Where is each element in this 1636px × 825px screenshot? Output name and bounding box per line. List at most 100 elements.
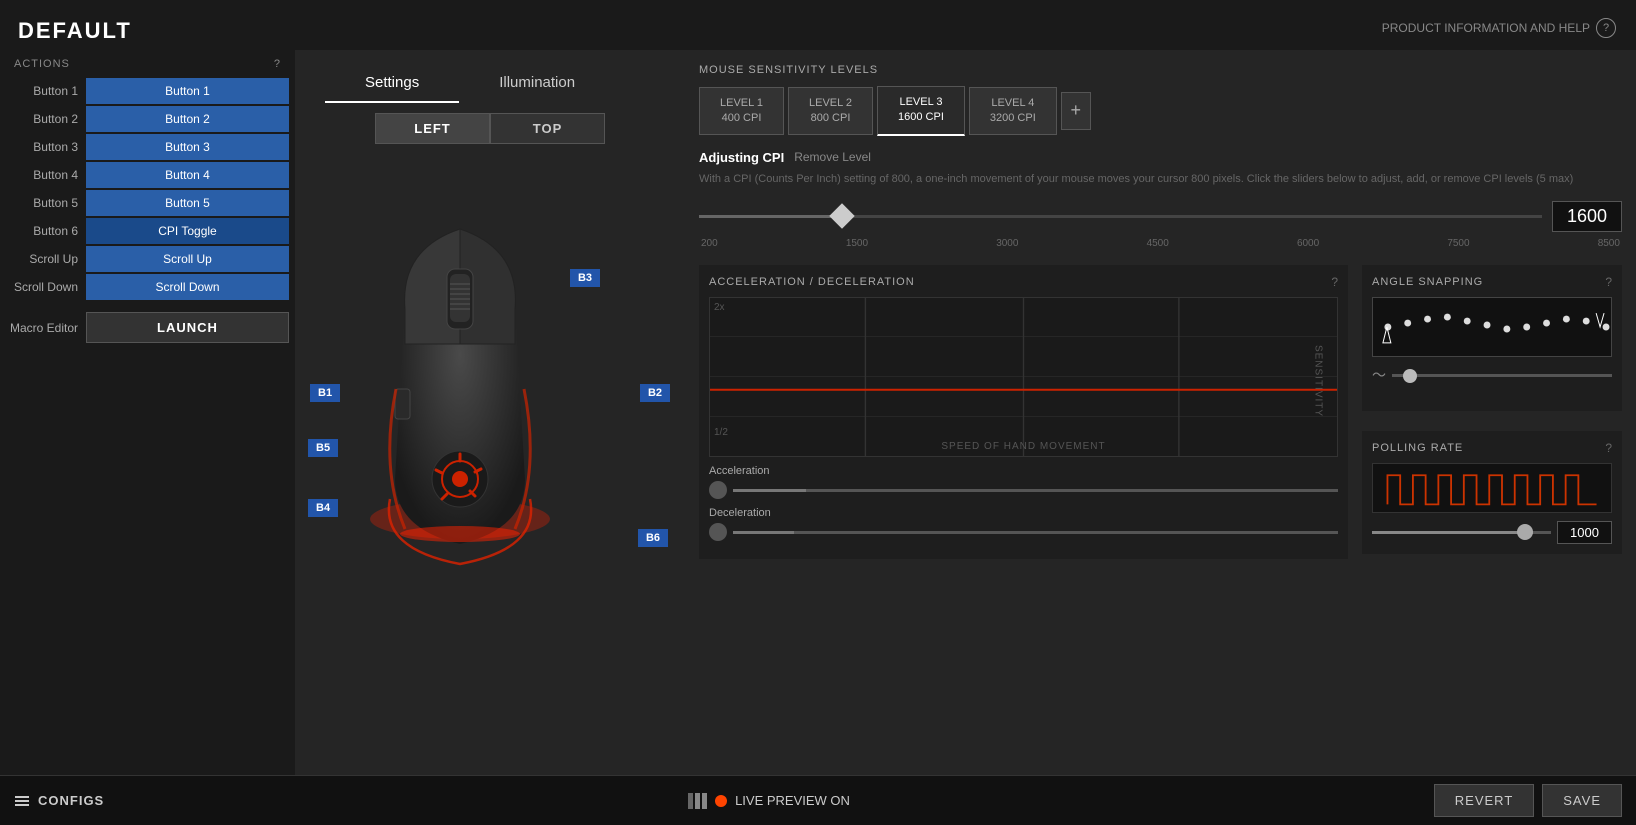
cpi-value-display: 1600 xyxy=(1552,201,1622,232)
configs-icon xyxy=(14,793,30,809)
tab-illumination[interactable]: Illumination xyxy=(459,64,615,103)
acceleration-title: ACCELERATION / DECELERATION xyxy=(709,276,915,288)
button-2-action[interactable]: Button 2 xyxy=(86,106,289,132)
angle-snapping-title: ANGLE SNAPPING xyxy=(1372,276,1483,288)
revert-button[interactable]: REVERT xyxy=(1434,784,1535,817)
configs-button[interactable]: CONFIGS xyxy=(14,793,104,809)
cpi-level-2-label: LEVEL 2 xyxy=(809,96,852,111)
configs-label: CONFIGS xyxy=(38,793,104,808)
deceleration-thumb xyxy=(709,523,727,541)
button-5-label: Button 5 xyxy=(6,196,86,210)
launch-button[interactable]: LAUNCH xyxy=(86,312,289,343)
product-info[interactable]: PRODUCT INFORMATION AND HELP ? xyxy=(1382,18,1616,38)
button-1-action[interactable]: Button 1 xyxy=(86,78,289,104)
deceleration-track[interactable] xyxy=(733,531,1338,534)
scroll-up-label: Scroll Up xyxy=(6,252,86,266)
cpi-level-1[interactable]: LEVEL 1 400 CPI xyxy=(699,87,784,136)
cpi-scale-3000: 3000 xyxy=(996,238,1018,249)
live-preview-label: LIVE PREVIEW ON xyxy=(735,793,850,808)
live-bar-1 xyxy=(688,793,693,809)
scroll-up-action[interactable]: Scroll Up xyxy=(86,246,289,272)
cpi-scale-4500: 4500 xyxy=(1147,238,1169,249)
b1-button-label[interactable]: B1 xyxy=(310,384,340,402)
cpi-level-3[interactable]: LEVEL 3 1600 CPI xyxy=(877,86,965,136)
polling-chart xyxy=(1381,468,1603,508)
live-preview: LIVE PREVIEW ON xyxy=(688,793,850,809)
angle-display xyxy=(1372,297,1612,357)
view-top-button[interactable]: TOP xyxy=(490,113,605,144)
button-row-5: Button 5 Button 5 xyxy=(0,190,295,216)
macro-editor-label: Macro Editor xyxy=(6,321,86,335)
center-panel: Settings Illumination LEFT TOP xyxy=(295,50,685,775)
b6-button-label[interactable]: B6 xyxy=(638,529,668,547)
bottom-bar: CONFIGS LIVE PREVIEW ON REVERT SAVE xyxy=(0,775,1636,825)
acceleration-track[interactable] xyxy=(733,489,1338,492)
polling-rate-help-icon[interactable]: ? xyxy=(1605,441,1612,455)
acceleration-help-icon[interactable]: ? xyxy=(1331,275,1338,289)
cpi-level-1-label: LEVEL 1 xyxy=(720,96,763,111)
button-row-scroll-up: Scroll Up Scroll Up xyxy=(0,246,295,272)
acceleration-panel: ACCELERATION / DECELERATION ? xyxy=(699,265,1348,559)
cpi-level-3-label: LEVEL 3 xyxy=(898,95,944,110)
polling-thumb[interactable] xyxy=(1517,524,1533,540)
tab-settings[interactable]: Settings xyxy=(325,64,459,103)
chart-page: 1/2 xyxy=(714,427,728,438)
live-bar-2 xyxy=(695,793,700,809)
cpi-level-2-value: 800 CPI xyxy=(809,111,852,126)
button-1-label: Button 1 xyxy=(6,84,86,98)
cpi-level-2[interactable]: LEVEL 2 800 CPI xyxy=(788,87,873,136)
wave-icon: 〜 xyxy=(1372,365,1386,385)
cpi-level-4[interactable]: LEVEL 4 3200 CPI xyxy=(969,87,1057,136)
actions-header-label: ACTIONS xyxy=(14,58,70,70)
scroll-down-action[interactable]: Scroll Down xyxy=(86,274,289,300)
b4-button-label[interactable]: B4 xyxy=(308,499,338,517)
button-3-action[interactable]: Button 3 xyxy=(86,134,289,160)
cpi-scale-1500: 1500 xyxy=(846,238,868,249)
left-panel: ACTIONS ? Button 1 Button 1 Button 2 But… xyxy=(0,50,295,775)
b5-button-label[interactable]: B5 xyxy=(308,439,338,457)
save-button[interactable]: SAVE xyxy=(1542,784,1622,817)
button-row-3: Button 3 Button 3 xyxy=(0,134,295,160)
angle-snapping-panel: ANGLE SNAPPING ? xyxy=(1362,265,1622,411)
button-4-action[interactable]: Button 4 xyxy=(86,162,289,188)
polling-track-container[interactable] xyxy=(1372,531,1551,534)
button-6-action[interactable]: CPI Toggle xyxy=(86,218,289,244)
polling-rate-panel: POLLING RATE ? 1000 xyxy=(1362,431,1622,554)
cpi-level-3-value: 1600 CPI xyxy=(898,110,944,125)
cpi-add-button[interactable]: + xyxy=(1061,92,1091,130)
remove-level-link[interactable]: Remove Level xyxy=(794,150,871,164)
button-5-action[interactable]: Button 5 xyxy=(86,190,289,216)
angle-snapping-thumb[interactable] xyxy=(1403,369,1417,383)
b3-button-label[interactable]: B3 xyxy=(570,269,600,287)
b2-button-label[interactable]: B2 xyxy=(640,384,670,402)
button-row-6: Button 6 CPI Toggle xyxy=(0,218,295,244)
help-icon[interactable]: ? xyxy=(1596,18,1616,38)
cpi-scale-7500: 7500 xyxy=(1447,238,1469,249)
polling-value-display: 1000 xyxy=(1557,521,1612,544)
button-6-label: Button 6 xyxy=(6,224,86,238)
button-4-label: Button 4 xyxy=(6,168,86,182)
view-left-button[interactable]: LEFT xyxy=(375,113,490,144)
angle-snapping-help-icon[interactable]: ? xyxy=(1605,275,1612,289)
button-row-4: Button 4 Button 4 xyxy=(0,162,295,188)
actions-help-icon[interactable]: ? xyxy=(274,58,281,70)
chart-y-label: 2x xyxy=(714,302,725,313)
sensitivity-axis-label: SENSITIVITY xyxy=(1312,345,1323,417)
cpi-level-1-value: 400 CPI xyxy=(720,111,763,126)
button-2-label: Button 2 xyxy=(6,112,86,126)
cpi-scale-6000: 6000 xyxy=(1297,238,1319,249)
cpi-slider-track[interactable] xyxy=(699,215,1542,218)
cpi-level-4-label: LEVEL 4 xyxy=(990,96,1036,111)
right-panel: MOUSE SENSITIVITY LEVELS LEVEL 1 400 CPI… xyxy=(685,50,1636,775)
angle-snapping-track[interactable] xyxy=(1392,374,1612,377)
angle-chart xyxy=(1373,298,1611,356)
button-row-1: Button 1 Button 1 xyxy=(0,78,295,104)
accel-chart xyxy=(710,298,1337,456)
sensitivity-section-title: MOUSE SENSITIVITY LEVELS xyxy=(699,64,1622,76)
cpi-scale-200: 200 xyxy=(701,238,718,249)
polling-rate-title: POLLING RATE xyxy=(1372,442,1463,454)
mouse-image xyxy=(350,189,570,569)
polling-fill xyxy=(1372,531,1533,534)
cpi-level-4-value: 3200 CPI xyxy=(990,111,1036,126)
deceleration-slider-label: Deceleration xyxy=(709,507,1338,519)
